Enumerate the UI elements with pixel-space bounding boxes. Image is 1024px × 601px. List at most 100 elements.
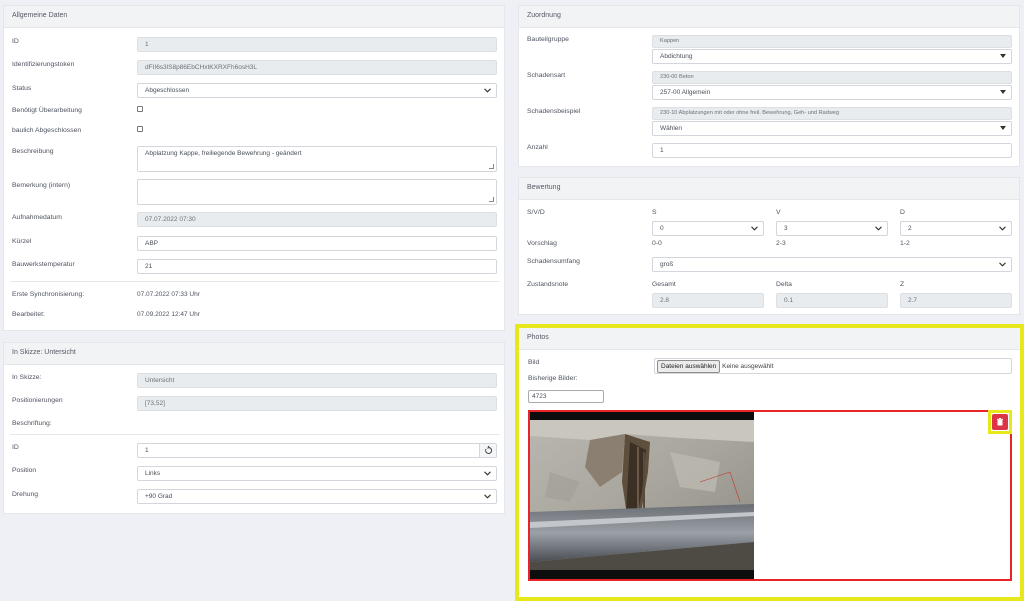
delta-label: Delta — [776, 281, 792, 288]
beschreibung-value: Abplatzung Kappe, freiliegende Bewehrung… — [145, 150, 302, 157]
chevron-down-icon — [484, 490, 491, 499]
s-select[interactable]: 0 — [652, 221, 764, 236]
bewertung-card: Bewertung S/V/D S V D 0 3 2 Vorschlag 0-… — [518, 177, 1020, 315]
bauteilgruppe-value: Abdichtung — [660, 53, 693, 60]
chevron-down-icon — [1000, 86, 1006, 94]
skizze-id-input[interactable]: 1 — [137, 443, 497, 458]
zuordnung-card: Zuordnung Bauteilgruppe Kappen Abdichtun… — [518, 5, 1020, 167]
bauteilgruppe-ro: Kappen — [652, 35, 1012, 48]
skizze-id-value: 1 — [145, 447, 149, 454]
ueberarbeitung-checkbox[interactable] — [137, 106, 143, 112]
baulich-checkbox[interactable] — [137, 126, 143, 132]
svd-label: S/V/D — [527, 209, 545, 216]
photo-frame — [528, 410, 1012, 581]
delta-field: 0.1 — [776, 293, 888, 308]
umfang-label: Schadensumfang — [527, 258, 580, 265]
temperatur-input[interactable]: 21 — [137, 259, 497, 274]
allgemeine-daten-title: Allgemeine Daten — [4, 6, 504, 28]
beschreibung-label: Beschreibung — [12, 148, 54, 155]
drehung-select[interactable]: +90 Grad — [137, 489, 497, 504]
status-label: Status — [12, 85, 32, 92]
sync-label: Erste Synchronisierung: — [12, 291, 85, 298]
schadensart-ro: 230-00 Beton — [652, 71, 1012, 84]
in-skizze-label: In Skizze: — [12, 374, 42, 381]
aufnahmedatum-field: 07.07.2022 07:30 — [137, 212, 497, 227]
s-label: S — [652, 209, 657, 216]
baulich-label: baulich Abgeschlossen — [12, 127, 82, 134]
skizze-title: In Skizze: Untersicht — [4, 343, 504, 365]
vorschlag-s: 0-0 — [652, 240, 662, 247]
bild-label: Bild — [528, 359, 540, 366]
umfang-value: groß — [660, 261, 674, 268]
file-input[interactable]: Dateien auswählen Keine ausgewählt — [654, 358, 1012, 374]
bewertung-title: Bewertung — [519, 178, 1019, 200]
bauteilgruppe-label: Bauteilgruppe — [527, 36, 569, 43]
id-field: 1 — [137, 37, 497, 52]
drehung-label: Drehung — [12, 491, 39, 498]
v-value: 3 — [784, 225, 788, 232]
positionierungen-label: Positionierungen — [12, 397, 63, 404]
position-label: Position — [12, 467, 37, 474]
positionierungen-field: [73,52] — [137, 396, 497, 411]
s-value: 0 — [660, 225, 664, 232]
chevron-down-icon — [1000, 50, 1006, 58]
vorschlag-label: Vorschlag — [527, 240, 557, 247]
photos-title: Photos — [519, 328, 1020, 350]
trash-icon — [997, 418, 1003, 426]
sync-value: 07.07.2022 07:33 Uhr — [137, 291, 200, 298]
schadensart-select[interactable]: 257-00 Allgemein — [652, 85, 1012, 100]
kuerzel-label: Kürzel — [12, 238, 32, 245]
d-label: D — [900, 209, 905, 216]
beschriftung-label: Beschriftung: — [12, 420, 52, 427]
zustandsnote-label: Zustandsnote — [527, 281, 569, 288]
d-select[interactable]: 2 — [900, 221, 1012, 236]
v-label: V — [776, 209, 781, 216]
beschreibung-textarea[interactable]: Abplatzung Kappe, freiliegende Bewehrung… — [137, 146, 497, 172]
skizze-id-label: ID — [12, 444, 19, 451]
in-skizze-field: Untersicht — [137, 373, 497, 388]
chevron-down-icon — [875, 222, 882, 231]
reset-icon — [485, 445, 493, 454]
d-value: 2 — [908, 225, 912, 232]
chevron-down-icon — [484, 467, 491, 476]
zuordnung-title: Zuordnung — [519, 6, 1019, 28]
photo-image — [530, 412, 754, 579]
chevron-down-icon — [1000, 122, 1006, 130]
bauteilgruppe-select[interactable]: Abdichtung — [652, 49, 1012, 64]
z-field: 2.7 — [900, 293, 1012, 308]
chevron-down-icon — [999, 258, 1006, 267]
ueberarbeitung-label: Benötigt Überarbeitung — [12, 107, 82, 114]
schadensbeispiel-select[interactable]: Wählen — [652, 121, 1012, 136]
token-label: Identifizierungstoken — [12, 61, 75, 68]
v-select[interactable]: 3 — [776, 221, 888, 236]
reset-button[interactable] — [479, 444, 496, 457]
bemerkung-label: Bemerkung (intern) — [12, 182, 71, 189]
bemerkung-textarea[interactable] — [137, 179, 497, 205]
resize-handle-icon[interactable] — [489, 164, 494, 169]
file-status: Keine ausgewählt — [722, 363, 774, 370]
bearbeitet-value: 07.09.2022 12:47 Uhr — [137, 311, 200, 318]
position-select[interactable]: Links — [137, 466, 497, 481]
drehung-value: +90 Grad — [145, 493, 173, 500]
schadensbeispiel-ro: 230-10 Abplatzungen mit oder ohne freil.… — [652, 107, 1012, 120]
vorschlag-d: 1-2 — [900, 240, 910, 247]
schadensbeispiel-label: Schadensbeispiel — [527, 108, 581, 115]
anzahl-input[interactable]: 1 — [652, 143, 1012, 158]
schadensart-label: Schadensart — [527, 72, 566, 79]
image-id-input[interactable]: 4723 — [528, 390, 604, 403]
anzahl-label: Anzahl — [527, 144, 548, 151]
status-select[interactable]: Abgeschlossen — [137, 83, 497, 98]
chevron-down-icon — [484, 84, 491, 93]
kuerzel-input[interactable]: ABP — [137, 236, 497, 251]
concrete-damage-photo — [530, 412, 754, 579]
allgemeine-daten-card: Allgemeine Daten ID 1 Identifizierungsto… — [3, 5, 505, 331]
token-field: dFII6s3lS8p86EbCHxtKXRXFh6osH3L — [137, 60, 497, 75]
gesamt-label: Gesamt — [652, 281, 676, 288]
resize-handle-icon[interactable] — [489, 197, 494, 202]
schadensart-value: 257-00 Allgemein — [660, 89, 711, 96]
umfang-select[interactable]: groß — [652, 257, 1012, 272]
file-choose-button[interactable]: Dateien auswählen — [657, 360, 721, 373]
z-label: Z — [900, 281, 905, 288]
bisherige-label: Bisherige Bilder: — [528, 375, 578, 382]
delete-image-button[interactable] — [992, 414, 1008, 430]
